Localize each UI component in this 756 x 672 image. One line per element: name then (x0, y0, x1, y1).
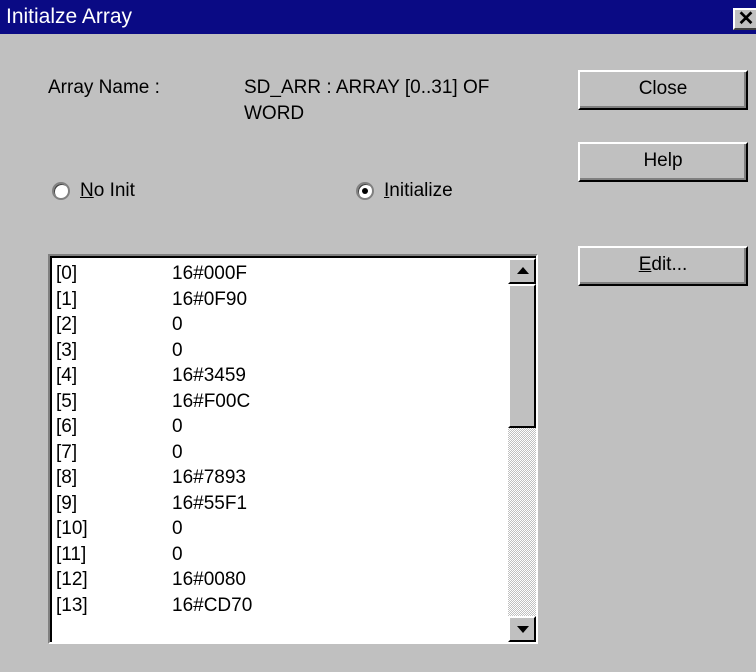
edit-label: E (638, 254, 652, 275)
radio-initialize-circle[interactable] (356, 182, 374, 200)
list-item-index: [12] (56, 569, 88, 590)
list-item-value: 0 (172, 339, 183, 361)
list-item-index: [5] (56, 390, 78, 412)
list-item[interactable]: [13] 16#CD70 (52, 594, 512, 617)
list-item-index: [13] (56, 594, 88, 616)
radio-no-init-circle[interactable] (52, 182, 70, 200)
list-item-index: [6] (56, 416, 78, 437)
list-item-value: 0 (172, 518, 183, 539)
scroll-thumb[interactable] (508, 284, 536, 428)
list-item-value: 0 (172, 314, 183, 335)
list-item[interactable]: [12] 16#0080 (52, 568, 512, 591)
list-item-value: 16#55F1 (172, 492, 248, 514)
vertical-scrollbar[interactable] (508, 258, 536, 642)
list-item-index: [7] (56, 441, 78, 463)
radio-initialize[interactable]: Initialize (356, 180, 453, 202)
list-item[interactable]: [5] 16#F00C (52, 390, 512, 413)
list-item-index: [8] (56, 467, 78, 488)
list-item-index: [0] (56, 263, 78, 284)
list-item[interactable]: [1] 16#0F90 (52, 288, 512, 311)
radio-no-init[interactable]: No Init (52, 180, 135, 202)
radio-no-init-label: No Init (80, 180, 135, 201)
list-item[interactable]: [4] 16#3459 (52, 364, 512, 387)
list-item-index: [3] (56, 339, 78, 361)
array-name-value-line1: SD_ARR : ARRAY [0..31] OF (244, 77, 490, 98)
list-item-index: [4] (56, 365, 78, 386)
list-item-value: 0 (172, 543, 183, 565)
radio-selected-dot (362, 188, 368, 194)
edit-button[interactable]: Edit... (578, 246, 748, 286)
list-item-value: 0 (172, 416, 183, 437)
list-item-index: [2] (56, 314, 78, 335)
list-item-index: [11] (56, 543, 87, 565)
title-bar: Initialze Array ✕ (0, 0, 756, 34)
list-item-value: 16#0F90 (172, 288, 248, 310)
help-button[interactable]: Help (578, 142, 748, 182)
list-item-index: [1] (56, 288, 78, 310)
list-item[interactable]: [0] 16#000F (52, 262, 512, 285)
list-item[interactable]: [11] 0 (52, 543, 512, 566)
array-name-label: Array Name : (48, 77, 160, 98)
arrow-up-icon (517, 267, 529, 274)
list-item[interactable]: [8] 16#7893 (52, 466, 512, 489)
close-window-button[interactable]: ✕ (733, 8, 756, 30)
window-title: Initialze Array (6, 5, 133, 28)
scroll-down-button[interactable] (508, 616, 536, 642)
list-item-index: [10] (56, 518, 88, 539)
list-item[interactable]: [7] 0 (52, 441, 512, 464)
list-item-value: 16#F00C (172, 390, 251, 412)
list-item[interactable]: [9] 16#55F1 (52, 492, 512, 515)
list-item-value: 0 (172, 441, 183, 463)
list-item-value: 16#000F (172, 263, 248, 284)
array-name-value-line2: WORD (244, 103, 305, 124)
radio-initialize-label: Initialize (384, 180, 453, 201)
scroll-up-button[interactable] (508, 258, 536, 284)
arrow-down-icon (517, 626, 529, 633)
list-item-value: 16#7893 (172, 467, 246, 488)
list-content: [13] 16#CD70 [12] 16#0080 [11] 0 [10] 0 [9] 16#55… (50, 256, 536, 642)
list-item[interactable]: [3] 0 (52, 339, 512, 362)
list-item[interactable]: [2] 0 (52, 313, 512, 336)
close-button[interactable]: Close (578, 70, 748, 110)
edit-label-rest: dit... (651, 254, 688, 275)
list-item-value: 16#3459 (172, 365, 246, 386)
list-item-value: 16#CD70 (172, 594, 253, 616)
list-item[interactable]: [6] 0 (52, 415, 512, 438)
list-item-index: [9] (56, 492, 78, 514)
array-values-list[interactable]: [13] 16#CD70 [12] 16#0080 [11] 0 [10] 0 [9] 16#55… (48, 254, 538, 644)
list-item-value: 16#0080 (172, 569, 246, 590)
list-item[interactable]: [10] 0 (52, 517, 512, 540)
